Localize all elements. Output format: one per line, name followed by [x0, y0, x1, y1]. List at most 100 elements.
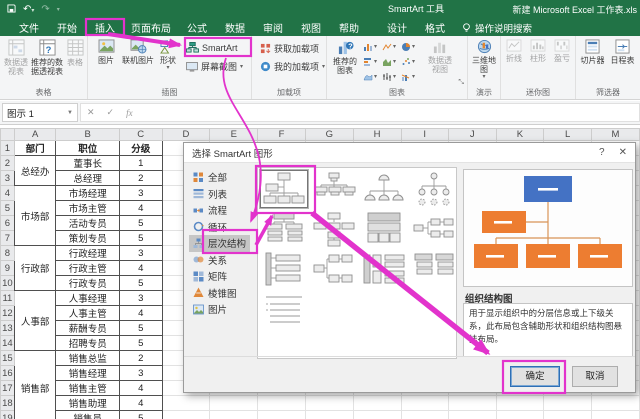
empty-cell[interactable] [353, 395, 402, 411]
formula-input[interactable]: ✕ ✓ fx [80, 103, 640, 122]
row-header-6[interactable]: 6 [0, 215, 15, 231]
pictures-button[interactable]: 图片 [92, 39, 120, 65]
charts-dialog-launcher-icon[interactable]: ⤡ [458, 79, 464, 87]
col-header-H[interactable]: H [352, 128, 402, 141]
empty-cell[interactable] [591, 395, 640, 411]
column-chart-dropdown[interactable]: ▾ [363, 39, 382, 54]
position-cell[interactable]: 销售员 [55, 410, 120, 419]
pivotchart-button[interactable]: 数据透视图 [425, 39, 455, 74]
row-header-11[interactable]: 11 [0, 290, 15, 306]
undo-icon[interactable]: ↶▾ [23, 4, 34, 15]
layout-thumbnail-table-hierarchy[interactable] [310, 210, 358, 248]
level-cell[interactable]: 5 [118, 335, 163, 351]
row-header-9[interactable]: 9 [0, 260, 15, 276]
position-cell[interactable]: 人事主管 [55, 305, 120, 321]
my-addins-button[interactable]: 我的加载项 ▾ [260, 60, 325, 73]
level-cell[interactable]: 4 [118, 395, 163, 411]
col-header-L[interactable]: L [543, 128, 592, 141]
redo-icon[interactable]: ↷ [41, 4, 49, 15]
dept-cell[interactable]: 总经办 [13, 155, 57, 186]
empty-cell[interactable] [162, 395, 211, 411]
pivottable-button[interactable]: 数据透视表 [2, 39, 30, 76]
empty-cell[interactable] [209, 410, 259, 419]
position-cell[interactable]: 销售总监 [55, 350, 120, 366]
tab-6[interactable]: 审阅 [254, 19, 292, 36]
table-header-cell[interactable]: 部门 [13, 140, 57, 156]
combo-chart-dropdown[interactable]: ▾ [401, 69, 420, 84]
empty-cell[interactable] [209, 395, 259, 411]
empty-cell[interactable] [448, 410, 497, 419]
insert-function-icon[interactable]: fx [120, 108, 139, 118]
empty-cell[interactable] [401, 395, 449, 411]
dialog-help-icon[interactable]: ? [599, 147, 605, 158]
level-cell[interactable]: 5 [118, 230, 163, 246]
row-header-4[interactable]: 4 [0, 185, 15, 201]
category-4-selected[interactable]: 层次结构 [189, 235, 251, 252]
col-header-I[interactable]: I [400, 128, 449, 141]
category-5[interactable]: 关系 [189, 252, 231, 269]
confirm-entry-icon[interactable]: ✓ [101, 107, 121, 118]
empty-cell[interactable] [305, 395, 354, 411]
row-header-17[interactable]: 17 [0, 380, 15, 396]
tab-3[interactable]: 页面布局 [124, 19, 178, 36]
empty-cell[interactable] [591, 410, 640, 419]
position-cell[interactable]: 人事经理 [55, 290, 120, 306]
level-cell[interactable]: 2 [118, 350, 163, 366]
col-header-J[interactable]: J [447, 128, 497, 141]
level-cell[interactable]: 3 [118, 290, 163, 306]
position-cell[interactable]: 行政经理 [55, 245, 120, 261]
category-8[interactable]: 图片 [189, 301, 231, 318]
level-cell[interactable]: 4 [118, 305, 163, 321]
layout-thumbnail-horizontal-hierarchy[interactable] [310, 250, 358, 288]
position-cell[interactable]: 活动专员 [55, 215, 120, 231]
tab-7[interactable]: 视图 [292, 19, 330, 36]
col-header-F[interactable]: F [257, 128, 306, 141]
map-chart-dropdown[interactable]: ▾ [363, 69, 382, 84]
select-all-corner[interactable] [0, 128, 15, 141]
tab-1[interactable]: 开始 [48, 19, 86, 36]
row-header-3[interactable]: 3 [0, 170, 15, 186]
col-header-M[interactable]: M [590, 128, 640, 141]
timeline-button[interactable]: 日程表 [609, 39, 636, 65]
col-header-K[interactable]: K [495, 128, 545, 141]
empty-cell[interactable] [496, 395, 545, 411]
layout-thumbnail-half-circle-org-chart[interactable] [360, 170, 408, 208]
dept-cell[interactable]: 市场部 [13, 185, 57, 246]
qat-customize-icon[interactable]: ▾ [57, 6, 60, 13]
dialog-close-icon[interactable]: ✕ [619, 147, 627, 158]
layout-thumbnail-org-chart-selected[interactable] [259, 169, 309, 209]
row-header-8[interactable]: 8 [0, 245, 15, 261]
tab-8[interactable]: 帮助 [330, 19, 368, 36]
layout-thumbnail-name-and-title-org-chart[interactable] [310, 170, 358, 208]
dept-cell[interactable]: 人事部 [13, 290, 57, 351]
online-pictures-button[interactable]: 联机图片 [122, 39, 154, 65]
stock-chart-dropdown[interactable]: ▾ [382, 69, 401, 84]
level-cell[interactable]: 3 [118, 185, 163, 201]
category-2[interactable]: 流程 [189, 202, 231, 219]
layout-thumbnail-labeled-hierarchy[interactable] [260, 210, 308, 248]
position-cell[interactable]: 销售助理 [55, 395, 120, 411]
level-cell[interactable]: 4 [118, 200, 163, 216]
position-cell[interactable]: 销售主管 [55, 380, 120, 396]
position-cell[interactable]: 市场主管 [55, 200, 120, 216]
table-header-cell[interactable]: 职位 [55, 140, 120, 156]
empty-cell[interactable] [543, 395, 592, 411]
name-box-dropdown-icon[interactable]: ▼ [67, 110, 73, 116]
cancel-entry-icon[interactable]: ✕ [81, 107, 101, 118]
layout-thumbnail-hierarchy-list[interactable] [410, 250, 458, 288]
category-0[interactable]: 全部 [189, 169, 231, 186]
position-cell[interactable]: 招聘专员 [55, 335, 120, 351]
tab-2-active[interactable]: 插入 [86, 19, 124, 36]
col-header-E[interactable]: E [209, 128, 259, 141]
tab-9[interactable]: 设计 [378, 19, 416, 36]
row-header-14[interactable]: 14 [0, 335, 15, 351]
position-cell[interactable]: 董事长 [55, 155, 120, 171]
empty-cell[interactable] [257, 410, 306, 419]
position-cell[interactable]: 销售经理 [55, 365, 120, 381]
get-addins-button[interactable]: 获取加载项 [260, 42, 319, 55]
level-cell[interactable]: 2 [118, 170, 163, 186]
col-header-B[interactable]: B [55, 128, 120, 141]
dept-cell[interactable]: 销售部 [13, 350, 57, 419]
bar-chart-dropdown[interactable]: ▾ [363, 54, 382, 69]
empty-cell[interactable] [257, 395, 306, 411]
